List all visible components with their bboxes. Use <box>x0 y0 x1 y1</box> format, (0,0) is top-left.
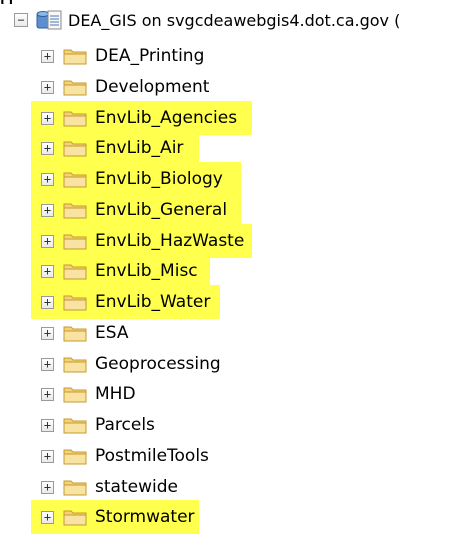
folder-icon <box>63 510 87 526</box>
tree-item-envlib-hazwaste[interactable]: + EnvLib_HazWaste <box>31 224 252 258</box>
tree-item-label: EnvLib_Misc <box>95 261 198 281</box>
expand-toggle-icon[interactable]: + <box>41 510 54 524</box>
tree-item-label: Geoprocessing <box>95 354 221 374</box>
folder-icon <box>63 141 87 157</box>
tree-item-label: MHD <box>95 384 136 404</box>
tree-item-envlib-air[interactable]: + EnvLib_Air <box>31 131 199 165</box>
tree-item-label: EnvLib_Air <box>95 138 184 158</box>
tree-item-label: EnvLib_Water <box>95 292 211 312</box>
tree-item-label: statewide <box>95 477 178 497</box>
tree-item-geoprocessing[interactable]: + Geoprocessing <box>41 347 221 381</box>
tree-item-envlib-biology[interactable]: + EnvLib_Biology <box>31 162 241 196</box>
folder-icon <box>63 111 87 127</box>
folder-icon <box>63 264 87 280</box>
expand-toggle-icon[interactable]: + <box>41 141 54 155</box>
expand-toggle-icon[interactable]: + <box>41 80 54 94</box>
expand-toggle-icon[interactable]: + <box>41 387 54 401</box>
folder-icon <box>63 80 87 96</box>
folder-icon <box>63 480 87 496</box>
expand-toggle-icon[interactable]: + <box>41 480 54 494</box>
tree-item-label: EnvLib_HazWaste <box>95 231 245 251</box>
folder-icon <box>63 49 87 65</box>
tree-root-label: DEA_GIS on svgcdeawebgis4.dot.ca.gov ( <box>68 10 401 30</box>
tree-root-database-connection[interactable]: − DEA_GIS on svgcdeawebgis4.dot.ca.gov ( <box>14 3 400 37</box>
expand-toggle-icon[interactable]: + <box>41 326 54 340</box>
expand-toggle-icon[interactable]: + <box>41 203 54 217</box>
folder-icon <box>63 357 87 373</box>
tree-item-label: Development <box>95 77 210 97</box>
tree-item-label: EnvLib_Agencies <box>95 108 238 128</box>
tree-item-label: EnvLib_Biology <box>95 169 223 189</box>
tree-item-envlib-misc[interactable]: + EnvLib_Misc <box>31 254 210 288</box>
expand-toggle-icon[interactable]: + <box>41 418 54 432</box>
folder-icon <box>63 172 87 188</box>
folder-icon <box>63 418 87 434</box>
tree-item-statewide[interactable]: + statewide <box>41 470 178 504</box>
folder-icon <box>63 295 87 311</box>
expand-toggle-icon[interactable]: + <box>41 449 54 463</box>
tree-item-label: PostmileTools <box>95 446 209 466</box>
tree-item-label: Parcels <box>95 415 155 435</box>
expand-toggle-icon[interactable]: + <box>41 234 54 248</box>
tree-item-label: DEA_Printing <box>95 46 205 66</box>
database-connection-icon <box>36 10 62 30</box>
folder-icon <box>63 449 87 465</box>
tree-item-dea-printing[interactable]: + DEA_Printing <box>41 39 204 73</box>
tree-item-envlib-water[interactable]: + EnvLib_Water <box>31 285 220 319</box>
tree-item-label: EnvLib_General <box>95 200 228 220</box>
collapse-toggle-icon[interactable]: − <box>14 13 28 27</box>
tree-item-postmiletools[interactable]: + PostmileTools <box>41 439 209 473</box>
tree-item-label: Stormwater <box>95 507 195 527</box>
folder-icon <box>63 203 87 219</box>
tree-item-parcels[interactable]: + Parcels <box>41 408 155 442</box>
expand-toggle-icon[interactable]: + <box>41 357 54 371</box>
catalog-tree: − DEA_GIS on svgcdeawebgis4.dot.ca.gov (… <box>0 0 461 534</box>
expand-toggle-icon[interactable]: + <box>41 49 54 63</box>
expand-toggle-icon[interactable]: + <box>41 172 54 186</box>
tree-item-envlib-agencies[interactable]: + EnvLib_Agencies <box>31 101 252 135</box>
expand-toggle-icon[interactable]: + <box>41 264 54 278</box>
expand-toggle-icon[interactable]: + <box>41 295 54 309</box>
tree-item-esa[interactable]: + ESA <box>41 316 128 350</box>
tree-item-mhd[interactable]: + MHD <box>41 377 136 411</box>
folder-icon <box>63 234 87 250</box>
folder-icon <box>63 326 87 342</box>
folder-icon <box>63 387 87 403</box>
tree-item-label: ESA <box>95 323 129 343</box>
tree-item-envlib-general[interactable]: + EnvLib_General <box>31 193 241 227</box>
tree-item-development[interactable]: + Development <box>41 70 209 104</box>
expand-toggle-icon[interactable]: + <box>41 111 54 125</box>
tree-item-stormwater[interactable]: + Stormwater <box>31 500 199 534</box>
